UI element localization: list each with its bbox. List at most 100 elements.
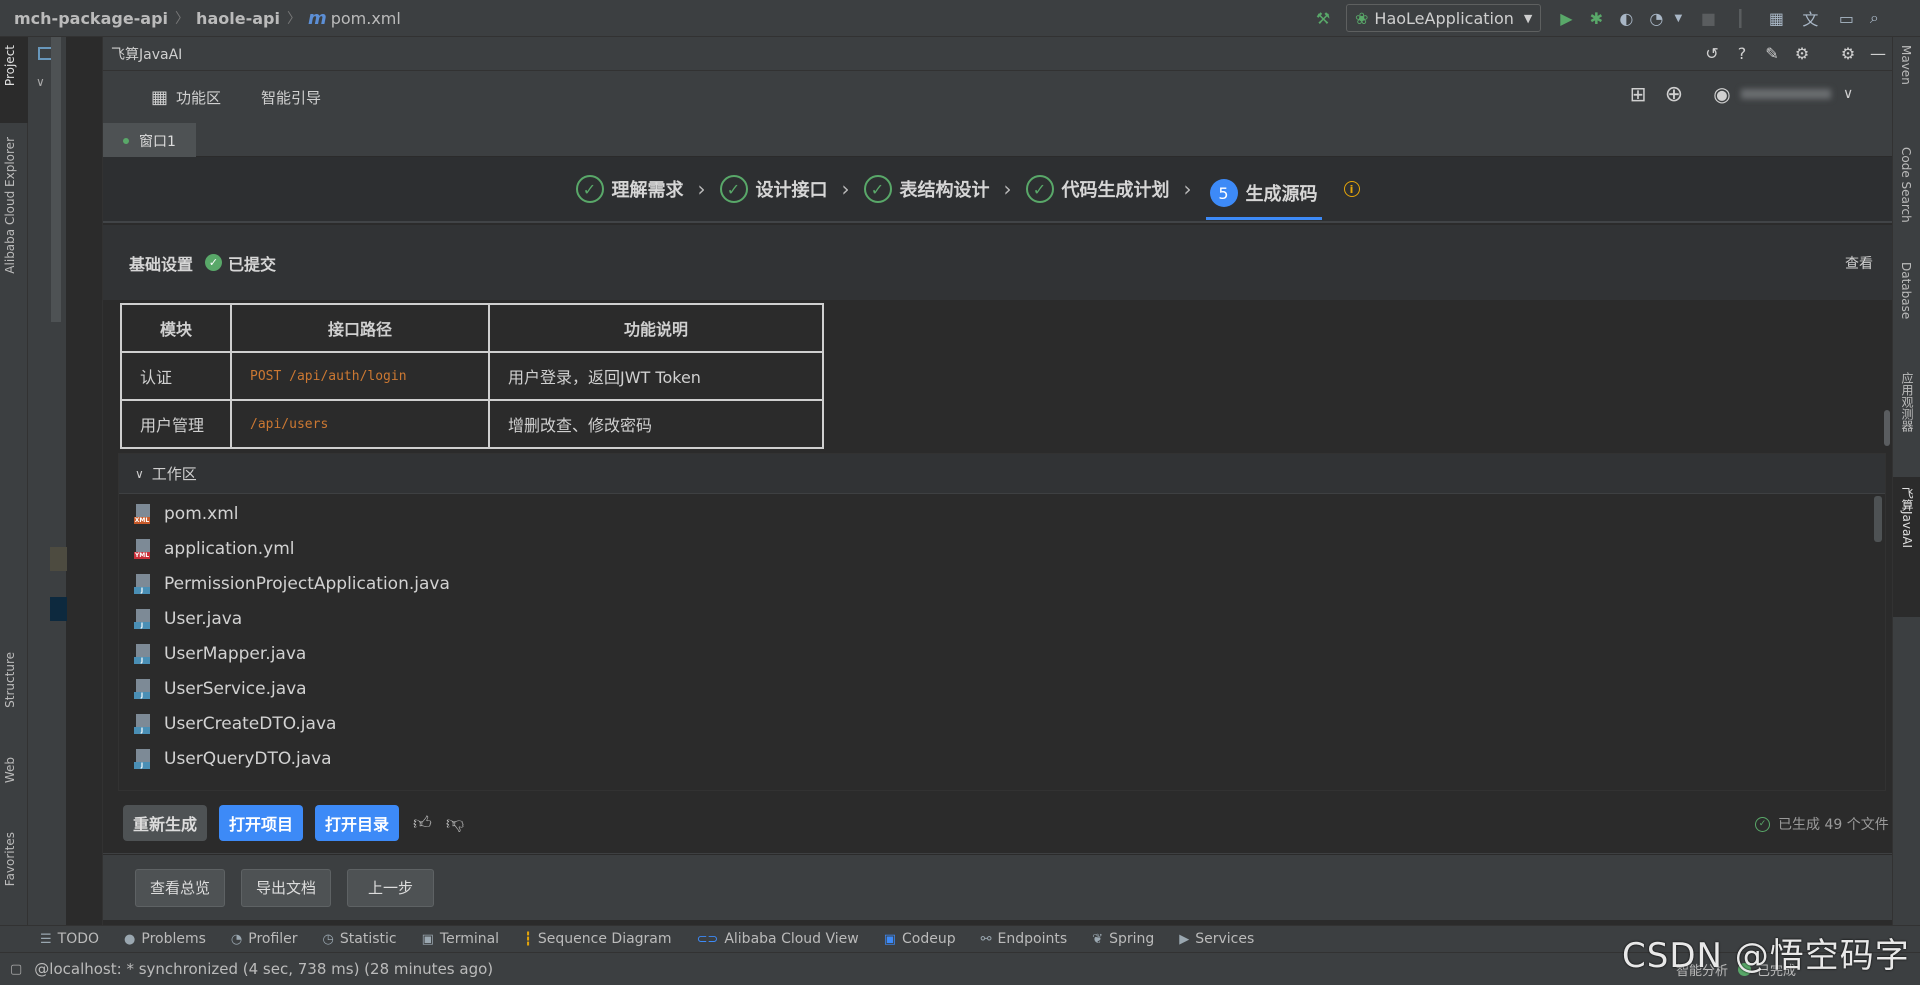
- scrollbar[interactable]: [1874, 496, 1882, 542]
- add-icon[interactable]: ⊕: [1663, 82, 1685, 107]
- edit-icon[interactable]: ✎: [1761, 42, 1783, 64]
- history-icon[interactable]: ↺: [1701, 42, 1723, 64]
- statistic-tab[interactable]: ◷ Statistic: [323, 931, 397, 947]
- check-circle-icon: ✓: [205, 254, 223, 271]
- app-observer-tab[interactable]: 应用观测器: [1899, 372, 1916, 432]
- export-doc-button[interactable]: 导出文档: [241, 868, 332, 907]
- web-tab[interactable]: Web: [3, 757, 17, 783]
- info-icon[interactable]: i: [1343, 181, 1360, 197]
- chevron-down-icon[interactable]: ∨: [1843, 86, 1853, 102]
- col-module: 模块: [120, 303, 232, 353]
- codeup-icon: ▣: [883, 931, 897, 947]
- step-codegen-plan[interactable]: 代码生成计划: [1062, 176, 1170, 202]
- file-name: pom.xml: [164, 503, 239, 524]
- alibaba-cloud-explorer-tab[interactable]: Alibaba Cloud Explorer: [3, 137, 17, 274]
- structure-tab[interactable]: Structure: [3, 652, 17, 708]
- endpoints-tab[interactable]: ⚯ Endpoints: [981, 931, 1068, 947]
- open-project-button[interactable]: 打开项目: [219, 804, 304, 841]
- step-table-design[interactable]: 表结构设计: [900, 176, 990, 202]
- translate-icon[interactable]: 文: [1799, 7, 1821, 29]
- profiler-tab[interactable]: ◔ Profiler: [231, 931, 298, 947]
- terminal-tab[interactable]: ▣ Terminal: [422, 931, 499, 947]
- breadcrumb-file[interactable]: pom.xml: [331, 9, 401, 28]
- tool-window-title: 飞算JavaAI: [111, 46, 183, 63]
- table-header-row: 模块 接口路径 功能说明: [120, 303, 824, 353]
- breadcrumb-module[interactable]: haole-api: [196, 9, 280, 28]
- breadcrumb-project[interactable]: mch-package-api: [14, 9, 168, 28]
- tab-window1[interactable]: 窗口1: [103, 122, 196, 157]
- status-badge: 已提交: [228, 254, 277, 274]
- project-structure-icon[interactable]: ▦: [1765, 7, 1787, 29]
- maven-tab[interactable]: Maven: [1899, 45, 1913, 85]
- chevron-down-icon: ▼: [1523, 11, 1533, 25]
- problems-tab[interactable]: ● Problems: [124, 931, 206, 947]
- database-tab[interactable]: Database: [1899, 262, 1913, 319]
- breadcrumb: mch-package-api 〉 haole-api 〉 m pom.xml: [14, 8, 401, 29]
- workarea-title: 工作区: [151, 465, 197, 483]
- nav-guide[interactable]: 智能引导: [261, 87, 321, 108]
- step-generate-source[interactable]: 5 生成源码: [1205, 171, 1322, 220]
- panel-toggle-icon[interactable]: ▢: [10, 962, 22, 977]
- chevron-down-icon[interactable]: ▼: [1667, 7, 1689, 29]
- list-item[interactable]: J UserCreateDTO.java: [119, 706, 1859, 741]
- list-item[interactable]: J UserQueryDTO.java: [119, 741, 1859, 776]
- thumbs-up-icon[interactable]: 👍︎: [413, 812, 432, 834]
- chevron-down-icon[interactable]: ∨: [36, 75, 45, 89]
- search-icon[interactable]: ⌕: [1863, 7, 1885, 29]
- nav-features[interactable]: ▦ 功能区: [151, 87, 221, 108]
- tool-window-header: 飞算JavaAI ↺ ? ✎ ⚙ ⚙ —: [103, 37, 1892, 71]
- build-hammer-icon[interactable]: ⚒: [1312, 7, 1334, 29]
- profile-icon[interactable]: ◔: [1645, 7, 1667, 29]
- generated-status: ✓ 已生成 49 个文件: [1755, 814, 1889, 834]
- list-item[interactable]: J UserService.java: [119, 671, 1859, 706]
- alibaba-cloud-view-tab[interactable]: ⊂⊃ Alibaba Cloud View: [697, 931, 859, 947]
- list-item[interactable]: XML pom.xml: [119, 496, 1859, 531]
- new-window-icon[interactable]: ⊞: [1627, 82, 1649, 106]
- file-list: XML pom.xml YML application.yml J Permis…: [119, 496, 1859, 790]
- vcs-icon[interactable]: ┃: [1729, 7, 1751, 29]
- view-link[interactable]: 查看: [1845, 253, 1873, 273]
- project-tab[interactable]: Project: [3, 45, 17, 86]
- action-bar: 重新生成 打开项目 打开目录 👍︎ 👎︎ ✓ 已生成 49 个文件: [103, 792, 1892, 854]
- run-configuration-select[interactable]: ❀ HaoLeApplication ▼: [1346, 4, 1542, 32]
- list-item[interactable]: J PermissionProjectApplication.java: [119, 566, 1859, 601]
- scrollbar[interactable]: [51, 37, 61, 322]
- codeup-tab[interactable]: ▣ Codeup: [884, 931, 956, 947]
- step-understand[interactable]: 理解需求: [612, 176, 684, 202]
- scrollbar[interactable]: [1884, 410, 1890, 446]
- services-tab[interactable]: ▶ Services: [1179, 931, 1254, 947]
- avatar[interactable]: ◉: [1711, 82, 1733, 106]
- coverage-icon[interactable]: ◐: [1615, 7, 1637, 29]
- spring-app-icon: ❀: [1355, 8, 1369, 28]
- previous-step-button[interactable]: 上一步: [347, 868, 435, 907]
- watermark: CSDN @悟空码字: [1622, 936, 1910, 976]
- step-design-api[interactable]: 设计接口: [756, 176, 828, 202]
- presentation-icon[interactable]: ▭: [1835, 7, 1857, 29]
- stop-icon[interactable]: ■: [1697, 7, 1719, 29]
- help-icon[interactable]: ?: [1731, 42, 1753, 64]
- list-item[interactable]: J UserMapper.java: [119, 636, 1859, 671]
- settings-icon[interactable]: ⚙: [1791, 42, 1813, 64]
- todo-tab[interactable]: ☰ TODO: [40, 931, 99, 947]
- file-name: UserMapper.java: [164, 643, 307, 664]
- list-item[interactable]: YML application.yml: [119, 531, 1859, 566]
- code-search-tab[interactable]: Code Search: [1899, 147, 1913, 223]
- run-icon[interactable]: ▶: [1555, 7, 1577, 29]
- workarea-header[interactable]: ∨ 工作区: [119, 454, 1885, 494]
- list-item[interactable]: J User.java: [119, 601, 1859, 636]
- col-path: 接口路径: [230, 303, 490, 353]
- spring-tab[interactable]: ❦ Spring: [1092, 931, 1154, 947]
- regenerate-button[interactable]: 重新生成: [123, 804, 208, 841]
- thumbs-down-icon[interactable]: 👎︎: [446, 812, 464, 834]
- file-name: User.java: [164, 608, 243, 629]
- minimize-icon[interactable]: —: [1867, 42, 1889, 64]
- javaai-tab[interactable]: 飞算JavaAI: [1899, 487, 1916, 548]
- check-icon: ✓: [863, 175, 892, 203]
- debug-icon[interactable]: ✱: [1585, 7, 1607, 29]
- open-directory-button[interactable]: 打开目录: [315, 804, 400, 841]
- favorites-tab[interactable]: Favorites: [3, 832, 17, 886]
- view-overview-button[interactable]: 查看总览: [135, 868, 226, 907]
- sequence-diagram-tab[interactable]: ┇ Sequence Diagram: [524, 931, 671, 947]
- gear-icon[interactable]: ⚙: [1837, 42, 1859, 64]
- chevron-right-icon: ›: [1003, 177, 1012, 201]
